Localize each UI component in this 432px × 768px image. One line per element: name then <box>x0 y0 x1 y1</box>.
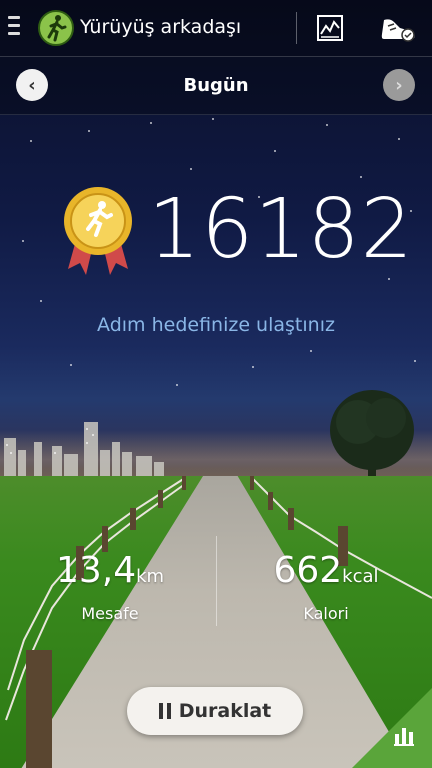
distance-label: Mesafe <box>81 604 139 623</box>
calories-unit: kcal <box>342 566 379 587</box>
distance-value: 13,4 <box>55 550 137 591</box>
goal-reached-message: Adım hedefinize ulaştınız <box>97 314 335 336</box>
date-navigation-bar: ‹ Bugün › <box>0 57 432 115</box>
tree <box>330 390 414 480</box>
date-label: Bugün <box>183 75 249 96</box>
distance-value-row: 13,4km <box>20 548 200 600</box>
pause-button[interactable]: Duraklat <box>127 687 303 735</box>
header-divider <box>296 12 297 44</box>
walking-person-icon[interactable] <box>38 10 74 46</box>
medal-icon <box>64 187 132 275</box>
shoe-icon[interactable] <box>378 12 418 44</box>
calories-label: Kalori <box>303 604 349 623</box>
chart-icon[interactable] <box>316 14 344 42</box>
calories-stat: 662kcal Kalori <box>236 548 416 623</box>
app-header: Yürüyüş arkadaşı <box>0 0 432 57</box>
menu-icon[interactable] <box>8 16 20 38</box>
step-count: 16182 <box>148 182 414 277</box>
calories-value: 662 <box>273 550 343 591</box>
calories-value-row: 662kcal <box>236 548 416 600</box>
next-day-button[interactable]: › <box>383 69 415 101</box>
distance-unit: km <box>136 566 165 587</box>
stats-divider <box>216 536 217 626</box>
pause-icon <box>158 703 171 719</box>
distance-stat: 13,4km Mesafe <box>20 548 200 623</box>
app-title: Yürüyüş arkadaşı <box>80 16 242 38</box>
pause-label: Duraklat <box>178 700 272 722</box>
bar-chart-icon[interactable] <box>393 724 415 746</box>
chevron-right-icon: › <box>395 74 403 96</box>
